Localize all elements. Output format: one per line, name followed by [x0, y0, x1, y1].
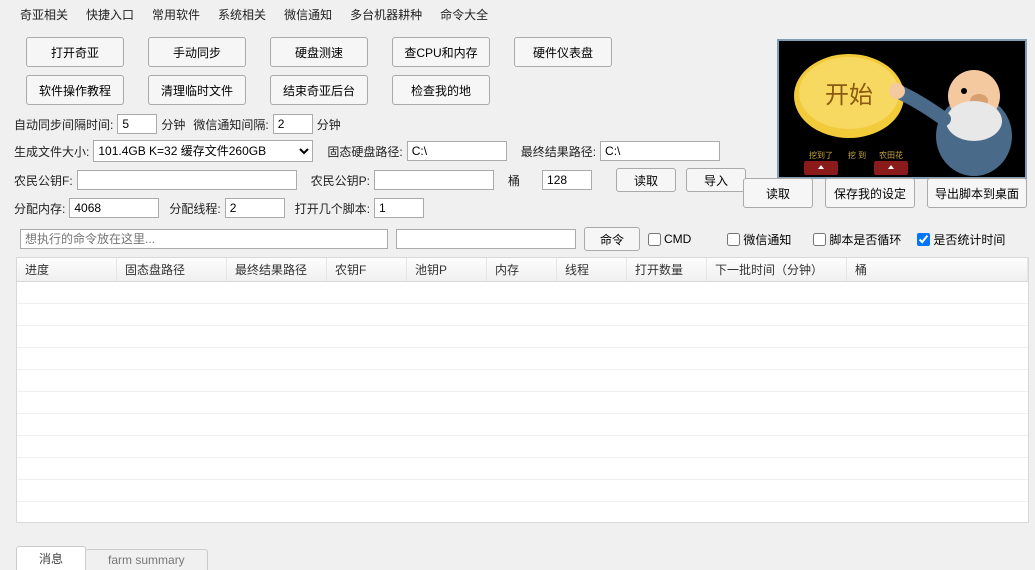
- toolbar: 打开奇亚 手动同步 硬盘测速 查CPU和内存 硬件仪表盘 软件操作教程 清理临时…: [0, 27, 1035, 111]
- alloc-thread-input[interactable]: [225, 198, 285, 218]
- start-label: 开始: [825, 82, 873, 109]
- menu-chia[interactable]: 奇亚相关: [12, 4, 76, 25]
- loop-checkbox[interactable]: 脚本是否循环: [813, 231, 901, 248]
- grid-body[interactable]: [17, 282, 1028, 522]
- bottom-tabs: 消息 farm summary: [16, 548, 207, 570]
- menu-wechat[interactable]: 微信通知: [276, 4, 340, 25]
- col-pool-p[interactable]: 池钥P: [407, 258, 487, 281]
- plot-grid: 进度 固态盘路径 最终结果路径 农钥F 池钥P 内存 线程 打开数量 下一批时间…: [16, 257, 1029, 523]
- wechat-interval-input[interactable]: [273, 114, 313, 134]
- table-row: [17, 348, 1028, 370]
- grid-header: 进度 固态盘路径 最终结果路径 农钥F 池钥P 内存 线程 打开数量 下一批时间…: [17, 258, 1028, 282]
- menu-quick[interactable]: 快捷入口: [78, 4, 142, 25]
- col-farmer-f[interactable]: 农钥F: [327, 258, 407, 281]
- menu-commands[interactable]: 命令大全: [432, 4, 496, 25]
- miner-illustration: 开始 挖到了 挖 到 农田花: [777, 39, 1027, 179]
- col-ssd-path[interactable]: 固态盘路径: [117, 258, 227, 281]
- gen-file-select[interactable]: 101.4GB K=32 缓存文件260GB: [93, 140, 313, 162]
- final-path-input[interactable]: [600, 141, 720, 161]
- tab-farm-summary[interactable]: farm summary: [85, 549, 208, 570]
- open-chia-button[interactable]: 打开奇亚: [26, 37, 124, 67]
- alloc-mem-label: 分配内存:: [14, 200, 65, 217]
- table-row: [17, 392, 1028, 414]
- hardware-dash-button[interactable]: 硬件仪表盘: [514, 37, 612, 67]
- col-open-count[interactable]: 打开数量: [627, 258, 707, 281]
- minute-label-2: 分钟: [317, 116, 341, 133]
- col-next-batch[interactable]: 下一批时间（分钟）: [707, 258, 847, 281]
- table-row: [17, 304, 1028, 326]
- farmer-key-f-input[interactable]: [77, 170, 297, 190]
- open-scripts-label: 打开几个脚本:: [295, 200, 370, 217]
- wechat-interval-label: 微信通知间隔:: [193, 116, 268, 133]
- auto-sync-input[interactable]: [117, 114, 157, 134]
- table-row: [17, 414, 1028, 436]
- bucket-label: 桶: [508, 172, 520, 189]
- open-scripts-input[interactable]: [374, 198, 424, 218]
- farmer-key-f-label: 农民公钥F:: [14, 172, 73, 189]
- save-settings-button[interactable]: 保存我的设定: [825, 178, 915, 208]
- clean-temp-button[interactable]: 清理临时文件: [148, 75, 246, 105]
- menu-system[interactable]: 系统相关: [210, 4, 274, 25]
- menu-software[interactable]: 常用软件: [144, 4, 208, 25]
- col-progress[interactable]: 进度: [17, 258, 117, 281]
- minute-label-1: 分钟: [161, 116, 185, 133]
- svg-text:农田花: 农田花: [879, 150, 903, 160]
- read-settings-button[interactable]: 读取: [743, 178, 813, 208]
- table-row: [17, 436, 1028, 458]
- command-input[interactable]: [20, 229, 388, 249]
- cmd-checkbox[interactable]: CMD: [648, 232, 691, 246]
- command-row: 命令 CMD 微信通知 脚本是否循环 是否统计时间: [0, 221, 1035, 257]
- import-keys-button[interactable]: 导入: [686, 168, 746, 192]
- table-row: [17, 326, 1028, 348]
- alloc-thread-label: 分配线程:: [169, 200, 220, 217]
- svg-text:挖到了: 挖到了: [809, 150, 833, 160]
- manual-sync-button[interactable]: 手动同步: [148, 37, 246, 67]
- col-final-path[interactable]: 最终结果路径: [227, 258, 327, 281]
- farmer-key-p-label: 农民公钥P:: [311, 172, 370, 189]
- svg-text:挖 到: 挖 到: [848, 150, 866, 160]
- run-command-button[interactable]: 命令: [584, 227, 640, 251]
- export-script-button[interactable]: 导出脚本到桌面: [927, 178, 1027, 208]
- final-path-label: 最终结果路径:: [521, 143, 596, 160]
- tutorial-button[interactable]: 软件操作教程: [26, 75, 124, 105]
- disk-speed-button[interactable]: 硬盘测速: [270, 37, 368, 67]
- ssd-path-label: 固态硬盘路径:: [327, 143, 402, 160]
- check-farm-button[interactable]: 检查我的地: [392, 75, 490, 105]
- wechat-notify-checkbox[interactable]: 微信通知: [727, 231, 791, 248]
- farmer-key-p-input[interactable]: [374, 170, 494, 190]
- right-action-buttons: 读取 保存我的设定 导出脚本到桌面: [743, 178, 1027, 208]
- ssd-path-input[interactable]: [407, 141, 507, 161]
- read-keys-button[interactable]: 读取: [616, 168, 676, 192]
- auto-sync-label: 自动同步间隔时间:: [14, 116, 113, 133]
- table-row: [17, 282, 1028, 304]
- menu-multi[interactable]: 多台机器耕种: [342, 4, 430, 25]
- menu-bar: 奇亚相关 快捷入口 常用软件 系统相关 微信通知 多台机器耕种 命令大全: [0, 0, 1035, 27]
- table-row: [17, 458, 1028, 480]
- end-chia-button[interactable]: 结束奇亚后台: [270, 75, 368, 105]
- col-bucket[interactable]: 桶: [847, 258, 1028, 281]
- stat-time-checkbox[interactable]: 是否统计时间: [917, 231, 1005, 248]
- command-input-2[interactable]: [396, 229, 576, 249]
- alloc-mem-input[interactable]: [69, 198, 159, 218]
- col-thread[interactable]: 线程: [557, 258, 627, 281]
- table-row: [17, 480, 1028, 502]
- bucket-input[interactable]: [542, 170, 592, 190]
- col-memory[interactable]: 内存: [487, 258, 557, 281]
- table-row: [17, 370, 1028, 392]
- tab-messages[interactable]: 消息: [16, 546, 86, 570]
- gen-file-label: 生成文件大小:: [14, 143, 89, 160]
- cpu-mem-button[interactable]: 查CPU和内存: [392, 37, 490, 67]
